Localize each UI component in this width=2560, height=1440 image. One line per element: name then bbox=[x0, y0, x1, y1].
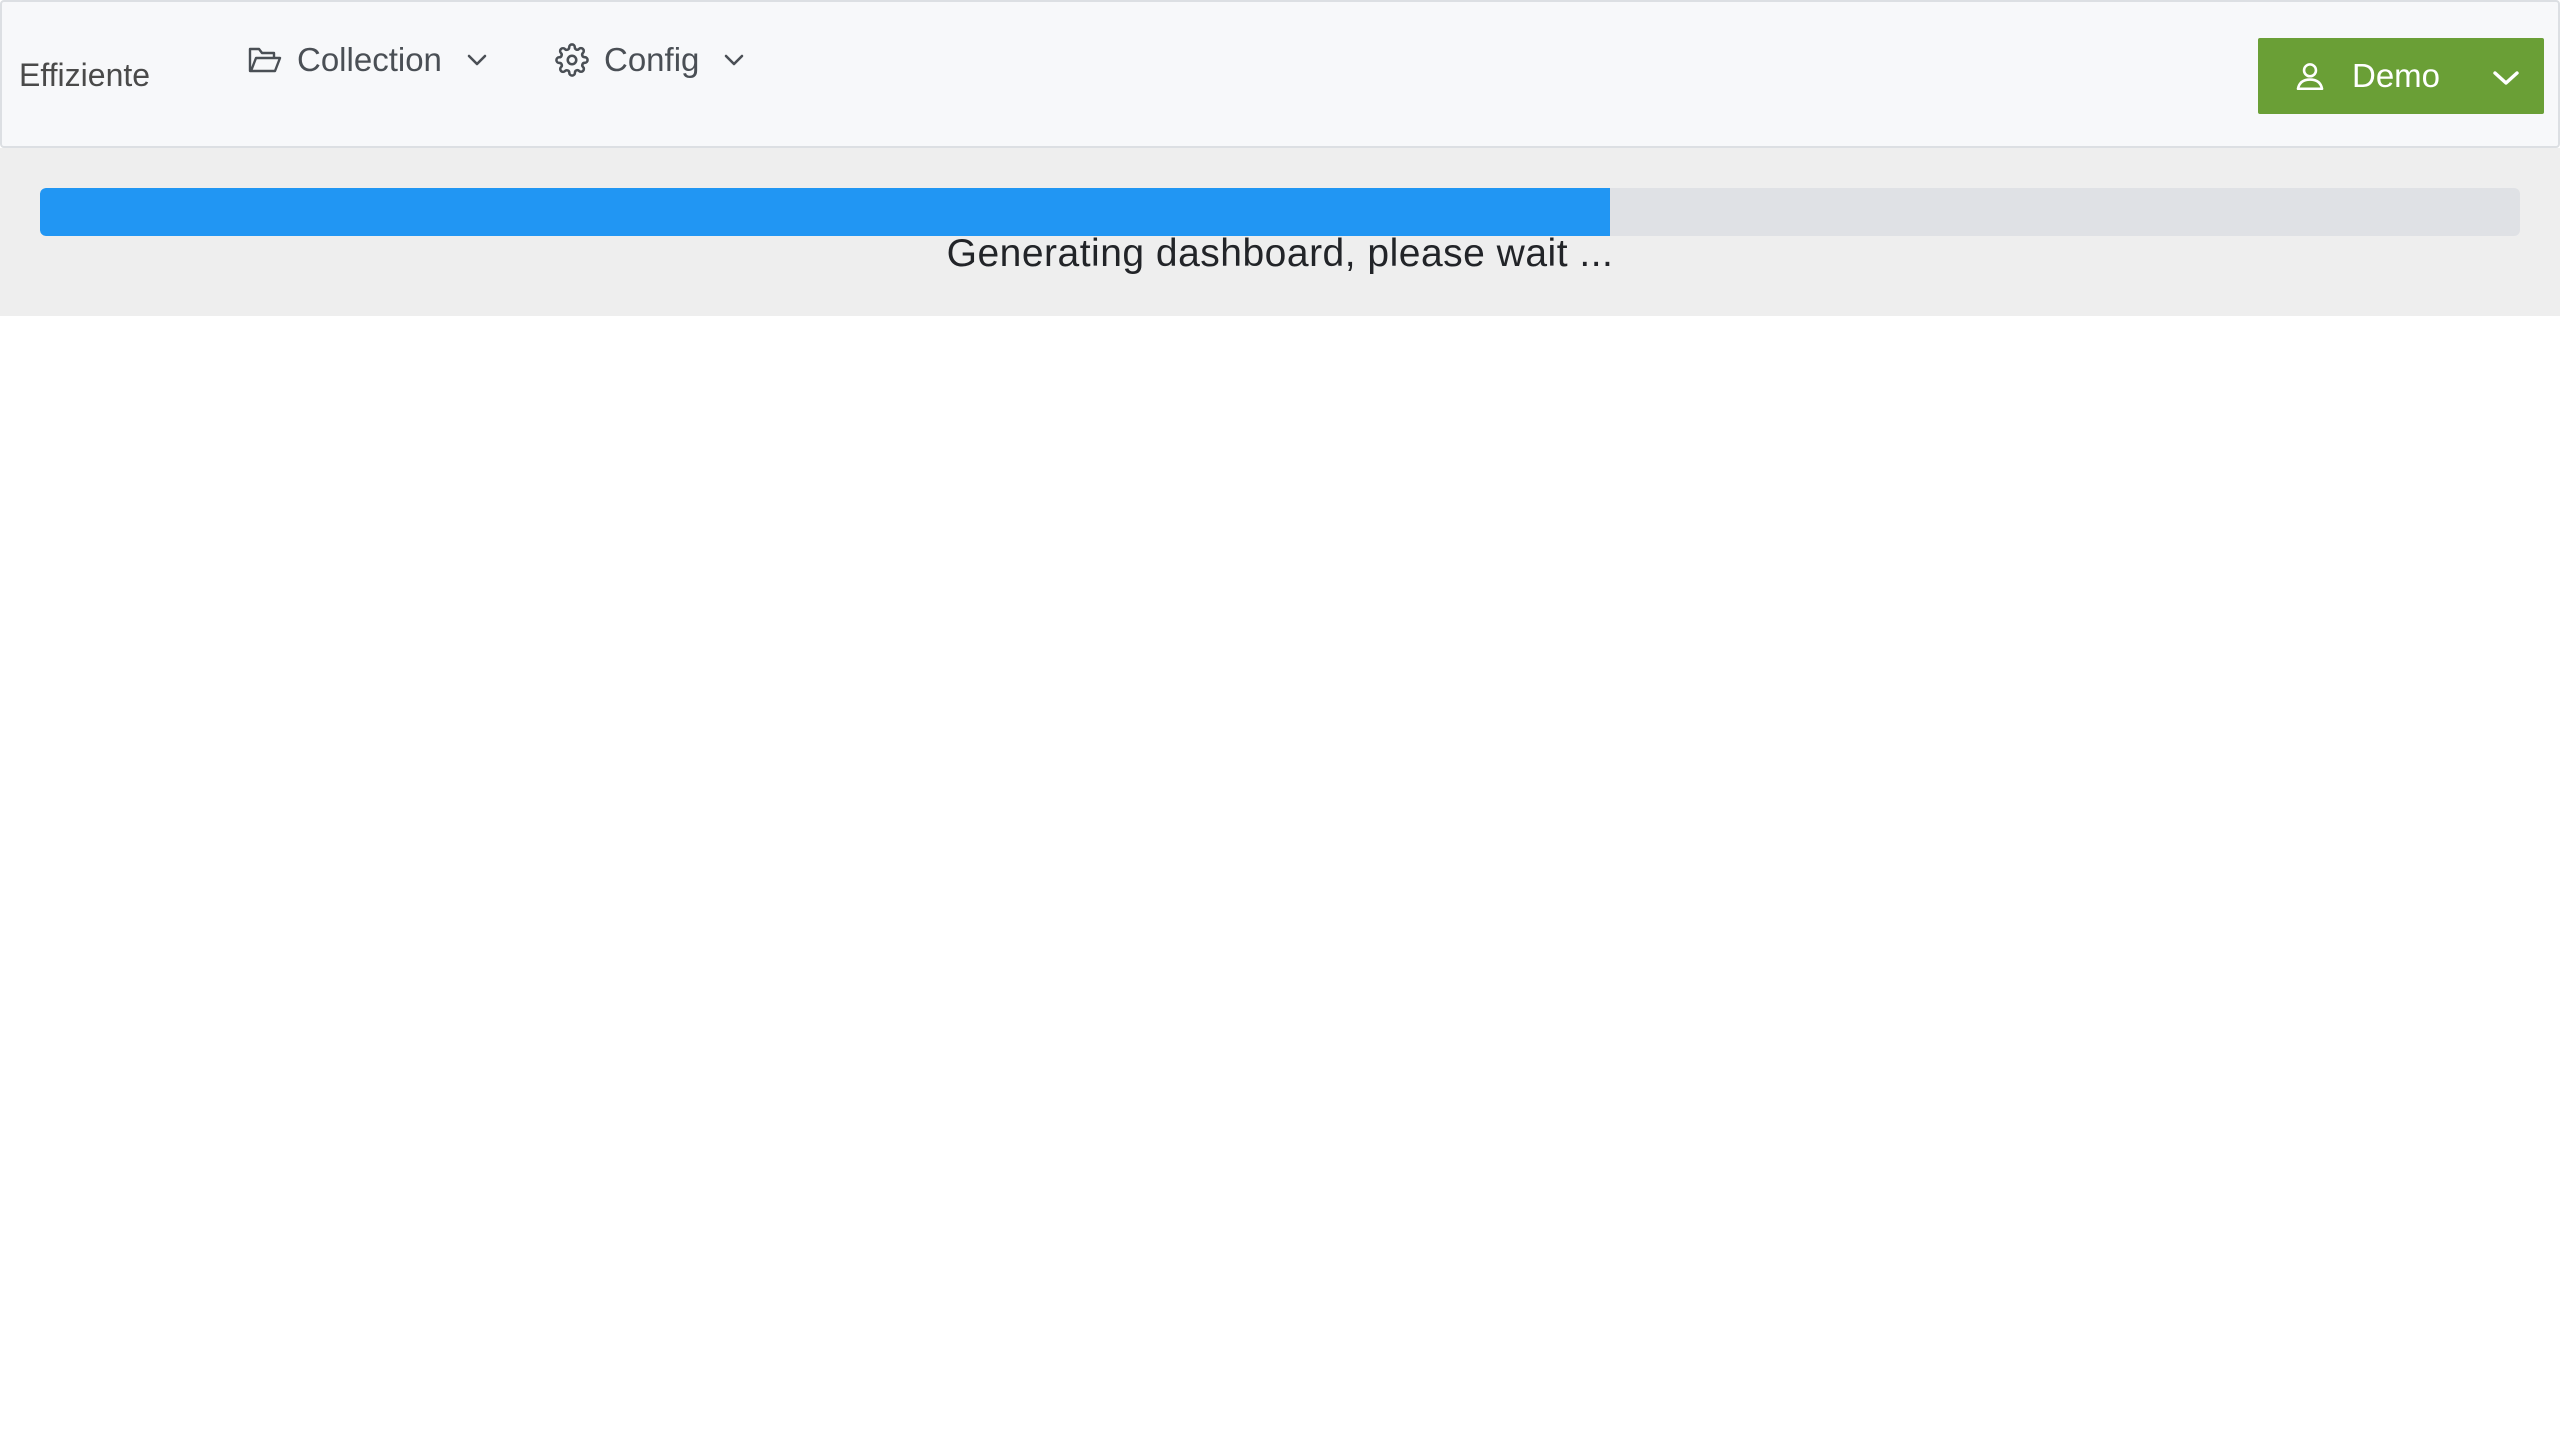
brand-name[interactable]: Effiziente bbox=[19, 56, 150, 94]
config-menu[interactable]: Config bbox=[554, 38, 749, 82]
collection-menu-label: Collection bbox=[297, 41, 442, 78]
user-menu-button-group: Demo bbox=[2258, 38, 2544, 114]
folder-open-icon bbox=[247, 42, 283, 78]
loading-panel: Generating dashboard, please wait ... bbox=[0, 148, 2560, 316]
progress-bar-fill bbox=[40, 188, 1610, 236]
gear-icon bbox=[554, 42, 590, 78]
user-icon bbox=[2290, 56, 2330, 96]
user-name-label: Demo bbox=[2352, 57, 2441, 94]
progress-bar bbox=[40, 188, 2520, 236]
config-menu-label: Config bbox=[604, 41, 700, 78]
collection-menu[interactable]: Collection bbox=[247, 38, 492, 82]
chevron-down-icon bbox=[719, 45, 749, 75]
loading-message: Generating dashboard, please wait ... bbox=[946, 232, 1614, 275]
user-dropdown-toggle[interactable] bbox=[2468, 38, 2544, 114]
top-navbar: Effiziente Collection Config Demo bbox=[0, 0, 2560, 148]
chevron-down-icon bbox=[462, 45, 492, 75]
user-button[interactable]: Demo bbox=[2258, 38, 2468, 114]
chevron-down-icon bbox=[2491, 57, 2521, 95]
